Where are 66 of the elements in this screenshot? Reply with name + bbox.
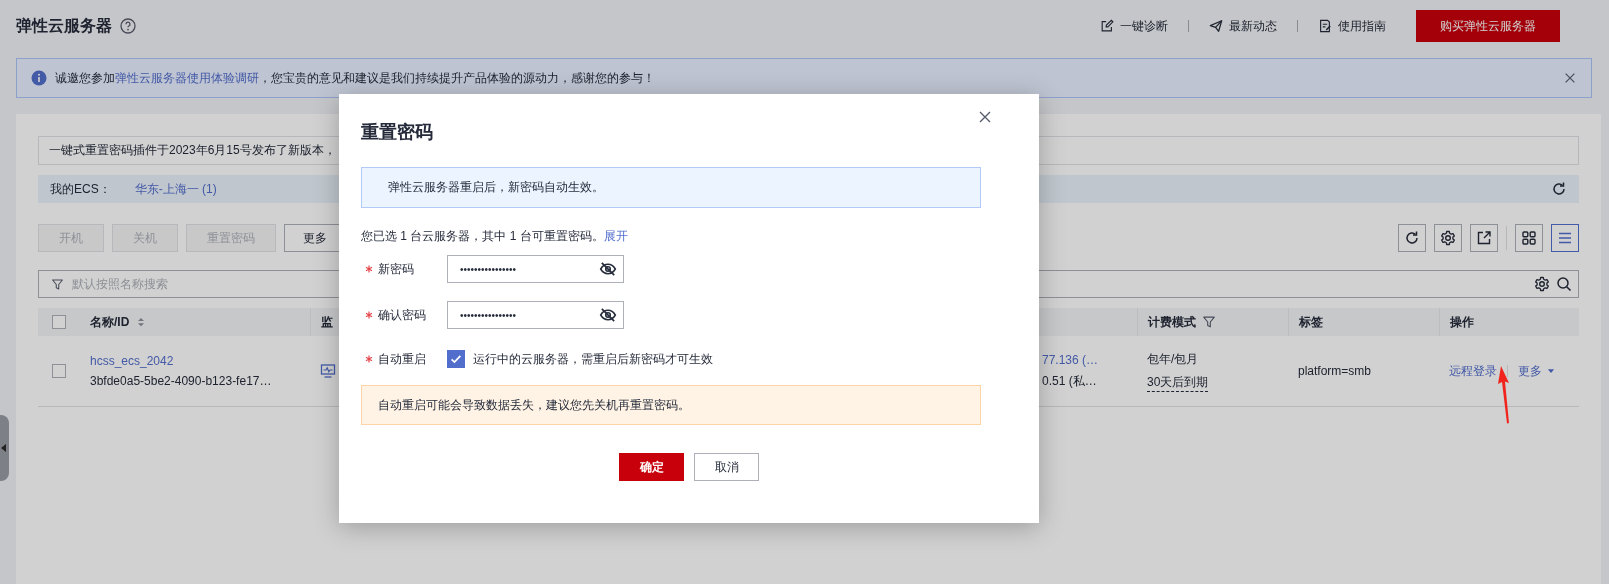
list-view-icon	[1557, 230, 1573, 246]
help-icon	[120, 18, 136, 34]
close-button[interactable]	[977, 109, 993, 125]
checkbox-label: 运行中的云服务器，需重启后新密码才可生效	[473, 350, 713, 368]
filter-icon	[51, 277, 64, 291]
export-icon	[1476, 230, 1492, 246]
column-header: 名称/ID	[90, 313, 130, 331]
refresh-icon	[1551, 181, 1567, 197]
refresh-button[interactable]	[1551, 181, 1567, 197]
monitor-icon	[320, 363, 336, 379]
paper-plane-icon	[1209, 19, 1223, 33]
cancel-button[interactable]: 取消	[694, 453, 759, 481]
column-header: 监	[321, 313, 333, 331]
checkbox[interactable]	[447, 350, 465, 368]
confirm-button[interactable]: 确定	[619, 453, 684, 481]
grid-view-icon	[1521, 230, 1537, 246]
info-message: 弹性云服务器重启后，新密码自动生效。	[361, 167, 981, 208]
eye-off-icon	[599, 260, 617, 278]
close-icon	[1563, 71, 1577, 85]
column-header: 操作	[1450, 313, 1474, 331]
action-link[interactable]: 远程登录	[1449, 362, 1497, 380]
checkbox[interactable]	[52, 364, 66, 378]
header-link[interactable]: 一键诊断	[1086, 17, 1182, 35]
ip-address: 77.136 (…	[1042, 352, 1100, 367]
info-icon	[31, 70, 47, 86]
more-link[interactable]: 更多	[1518, 362, 1556, 380]
header-link[interactable]: 使用指南	[1304, 17, 1400, 35]
region-label: 我的ECS：	[50, 180, 111, 198]
settings-icon	[1440, 230, 1456, 246]
column-header: 标签	[1299, 313, 1323, 331]
expand-link[interactable]: 展开	[603, 229, 628, 243]
document-icon	[1318, 19, 1332, 33]
tool-button[interactable]	[1470, 224, 1498, 252]
refresh-icon	[1404, 230, 1420, 246]
instance-name-link[interactable]: hcss_ecs_2042	[90, 354, 310, 368]
view-toggle[interactable]	[1551, 224, 1579, 252]
password-field[interactable]: ••••••••••••••••	[447, 255, 624, 283]
ip-address: 0.51 (私…	[1042, 372, 1098, 390]
settings-icon	[1534, 276, 1550, 292]
checkbox[interactable]	[52, 315, 66, 329]
edit-icon	[1100, 19, 1114, 33]
tool-button[interactable]	[1398, 224, 1426, 252]
billing-mode: 包年/包月	[1147, 350, 1200, 368]
password-field[interactable]: ••••••••••••••••	[447, 301, 624, 329]
tool-button[interactable]	[1434, 224, 1462, 252]
password-input[interactable]: ••••••••••••••••	[458, 308, 599, 322]
search-icon	[1556, 276, 1572, 292]
warning-message: 自动重启可能会导致数据丢失，建议您先关机再重置密码。	[361, 385, 981, 425]
column-header: 计费模式	[1148, 313, 1196, 331]
region-link[interactable]: 华东-上海一 (1)	[134, 180, 217, 198]
field-label: 确认密码	[378, 306, 426, 324]
survey-text: 诚邀您参加弹性云服务器使用体验调研，您宝贵的意见和建议是我们持续提升产品体验的源动力，感谢您的参与！	[55, 69, 656, 87]
sidebar-toggle[interactable]	[0, 415, 9, 481]
tag-text: platform=smb	[1298, 364, 1373, 378]
page-title: 弹性云服务器	[16, 15, 112, 36]
eye-off-icon	[599, 306, 617, 324]
view-toggle[interactable]	[1515, 224, 1543, 252]
survey-link[interactable]: 弹性云服务器使用体验调研	[115, 70, 259, 85]
close-icon	[977, 109, 993, 125]
selection-text: 您已选 1 台云服务器，其中 1 台可重置密码。	[361, 229, 604, 243]
buy-button[interactable]: 购买弹性云服务器	[1416, 10, 1560, 42]
instance-id: 3bfde0a5-5be2-4090-b123-fe17…	[90, 374, 273, 388]
close-button[interactable]	[1563, 71, 1577, 85]
header-link[interactable]: 最新动态	[1195, 17, 1291, 35]
field-label: 自动重启	[378, 350, 426, 368]
expiry-text: 30天后到期	[1147, 373, 1209, 392]
